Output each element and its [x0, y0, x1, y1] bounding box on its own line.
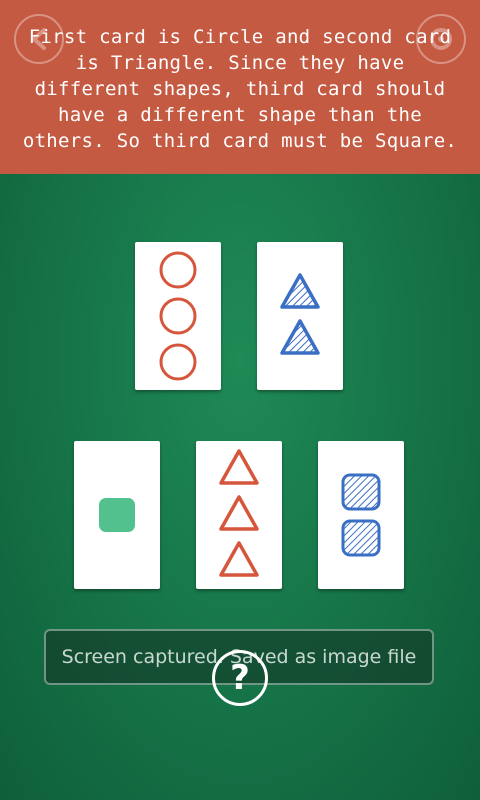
triangle-symbol: [219, 495, 259, 531]
triangle-symbol: [280, 319, 320, 355]
triangle-symbol: [219, 449, 259, 485]
hint-text: First card is Circle and second card is …: [22, 26, 458, 152]
help-button[interactable]: ?: [212, 650, 268, 706]
reference-card-1: [135, 242, 221, 390]
circle-symbol: [159, 251, 197, 289]
choice-card-1[interactable]: [74, 441, 160, 589]
square-symbol: [341, 473, 381, 511]
question-mark-icon: ?: [230, 658, 250, 698]
circle-symbol: [159, 343, 197, 381]
choice-card-3[interactable]: [318, 441, 404, 589]
square-symbol: [341, 519, 381, 557]
choice-card-2[interactable]: [196, 441, 282, 589]
circle-symbol: [159, 297, 197, 335]
triangle-symbol: [280, 273, 320, 309]
reference-card-2: [257, 242, 343, 390]
square-symbol: [99, 498, 135, 532]
triangle-symbol: [219, 541, 259, 577]
